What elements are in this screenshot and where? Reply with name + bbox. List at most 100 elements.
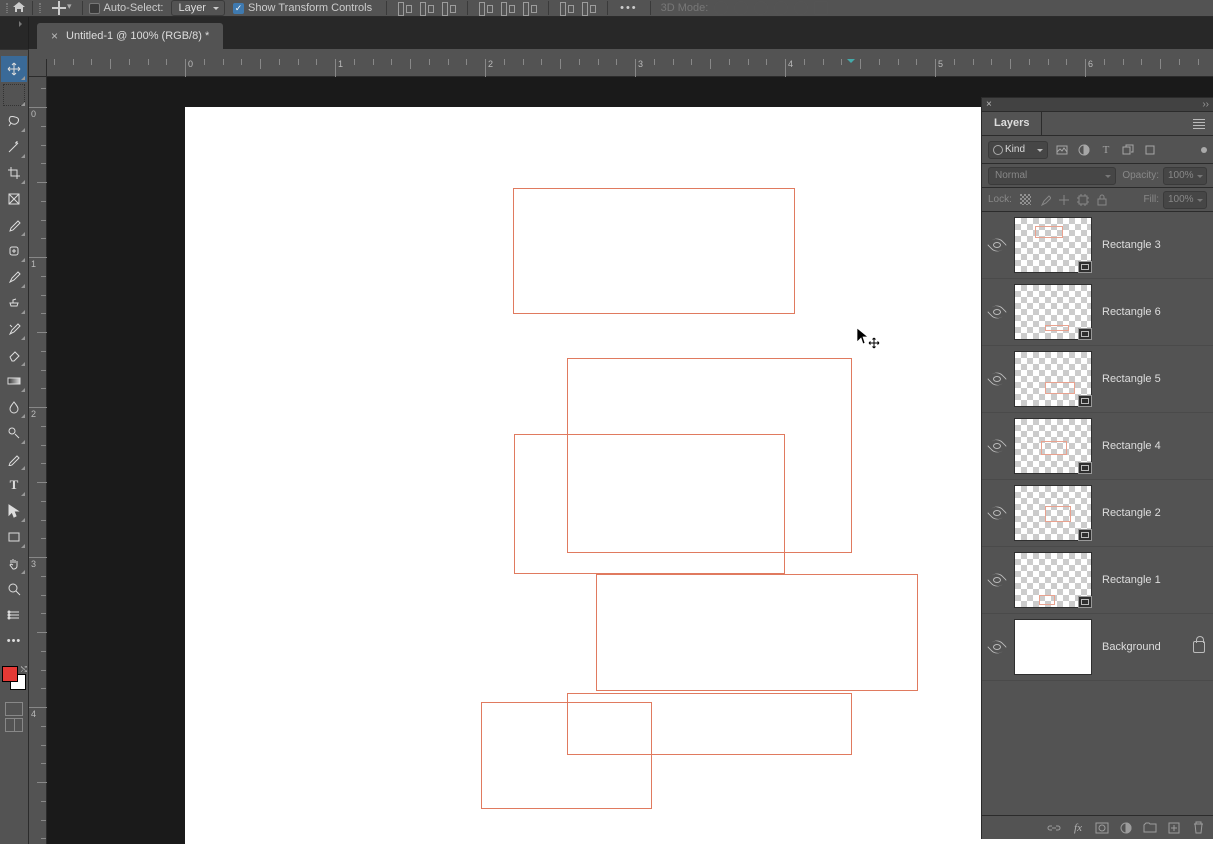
hand-tool[interactable] bbox=[1, 550, 27, 576]
align-right-icon[interactable] bbox=[441, 1, 457, 15]
layer-thumbnail[interactable] bbox=[1014, 284, 1092, 340]
lock-all-icon[interactable] bbox=[1094, 192, 1110, 208]
filter-smart-icon[interactable] bbox=[1142, 142, 1158, 158]
visibility-toggle[interactable] bbox=[987, 436, 1007, 456]
layer-row[interactable]: Rectangle 5 bbox=[982, 346, 1213, 413]
lock-transparent-icon[interactable] bbox=[1018, 192, 1034, 208]
panel-titlebar[interactable]: × ›› bbox=[982, 98, 1213, 112]
blend-mode-dropdown[interactable]: Normal bbox=[988, 167, 1116, 185]
type-tool[interactable]: T bbox=[1, 472, 27, 498]
shape-rectangle[interactable] bbox=[514, 434, 785, 574]
lock-icon[interactable] bbox=[1193, 641, 1205, 653]
frame-tool[interactable] bbox=[1, 186, 27, 212]
healing-brush-tool[interactable] bbox=[1, 238, 27, 264]
visibility-toggle[interactable] bbox=[987, 503, 1007, 523]
auto-select-type-dropdown[interactable]: Layer bbox=[171, 0, 225, 16]
link-layers-icon[interactable] bbox=[1047, 821, 1061, 835]
clone-stamp-tool[interactable] bbox=[1, 290, 27, 316]
more-options-button[interactable]: ••• bbox=[614, 2, 644, 14]
delete-layer-icon[interactable] bbox=[1191, 821, 1205, 835]
opacity-input[interactable]: 100% bbox=[1163, 167, 1207, 185]
auto-select-checkbox[interactable] bbox=[89, 3, 100, 14]
panel-menu-icon[interactable] bbox=[1185, 112, 1213, 135]
align-bottom-icon[interactable] bbox=[522, 1, 538, 15]
layer-row[interactable]: Rectangle 6 bbox=[982, 279, 1213, 346]
filter-shape-icon[interactable] bbox=[1120, 142, 1136, 158]
visibility-toggle[interactable] bbox=[987, 637, 1007, 657]
blur-tool[interactable] bbox=[1, 394, 27, 420]
layer-row[interactable]: Rectangle 2 bbox=[982, 480, 1213, 547]
quick-mask-button[interactable] bbox=[5, 702, 23, 716]
shape-rectangle[interactable] bbox=[596, 574, 918, 691]
show-transform-checkbox[interactable] bbox=[233, 3, 244, 14]
lock-artboard-icon[interactable] bbox=[1075, 192, 1091, 208]
distribute-v-icon[interactable] bbox=[581, 1, 597, 15]
layer-thumbnail[interactable] bbox=[1014, 552, 1092, 608]
close-panel-icon[interactable]: × bbox=[986, 99, 992, 110]
swap-colors-icon[interactable]: ⤭ bbox=[21, 665, 27, 675]
color-swatches[interactable]: ⤭ bbox=[2, 666, 26, 690]
ruler-vertical[interactable]: 01234 bbox=[29, 77, 47, 844]
distribute-h-icon[interactable] bbox=[559, 1, 575, 15]
layer-name[interactable]: Rectangle 4 bbox=[1102, 440, 1161, 452]
layer-thumbnail[interactable] bbox=[1014, 418, 1092, 474]
dodge-tool[interactable] bbox=[1, 420, 27, 446]
align-top-icon[interactable] bbox=[478, 1, 494, 15]
orbit-icon[interactable] bbox=[714, 1, 728, 15]
camera-icon[interactable] bbox=[814, 1, 828, 15]
layer-row[interactable]: Rectangle 3 bbox=[982, 212, 1213, 279]
layer-name[interactable]: Rectangle 5 bbox=[1102, 373, 1161, 385]
layer-row[interactable]: Rectangle 4 bbox=[982, 413, 1213, 480]
align-left-icon[interactable] bbox=[397, 1, 413, 15]
pen-tool[interactable] bbox=[1, 446, 27, 472]
close-tab-icon[interactable]: × bbox=[51, 29, 58, 43]
home-icon[interactable] bbox=[12, 1, 26, 16]
collapse-panel-icon[interactable]: ›› bbox=[1202, 99, 1209, 110]
history-brush-tool[interactable] bbox=[1, 316, 27, 342]
foreground-color-swatch[interactable] bbox=[2, 666, 18, 682]
layer-name[interactable]: Rectangle 6 bbox=[1102, 306, 1161, 318]
layers-tab[interactable]: Layers bbox=[982, 112, 1042, 135]
slide-icon[interactable] bbox=[774, 1, 788, 15]
gradient-tool[interactable] bbox=[1, 368, 27, 394]
collapsed-panel-left[interactable] bbox=[0, 17, 29, 49]
move-tool[interactable] bbox=[1, 56, 27, 82]
visibility-toggle[interactable] bbox=[987, 235, 1007, 255]
document-tab[interactable]: × Untitled-1 @ 100% (RGB/8) * bbox=[37, 23, 223, 49]
layer-thumbnail[interactable] bbox=[1014, 351, 1092, 407]
layer-row[interactable]: Background bbox=[982, 614, 1213, 681]
edit-toolbar-button[interactable] bbox=[1, 602, 27, 628]
align-center-h-icon[interactable] bbox=[419, 1, 435, 15]
pan-icon[interactable] bbox=[754, 1, 768, 15]
layer-thumbnail[interactable] bbox=[1014, 619, 1092, 675]
group-layers-icon[interactable] bbox=[1143, 821, 1157, 835]
fill-input[interactable]: 100% bbox=[1163, 191, 1207, 209]
adjustment-layer-icon[interactable] bbox=[1119, 821, 1133, 835]
layer-name[interactable]: Rectangle 2 bbox=[1102, 507, 1161, 519]
eyedropper-tool[interactable] bbox=[1, 212, 27, 238]
visibility-toggle[interactable] bbox=[987, 302, 1007, 322]
more-tools[interactable]: ••• bbox=[1, 628, 27, 654]
zoom-icon[interactable] bbox=[794, 1, 808, 15]
filter-adjust-icon[interactable] bbox=[1076, 142, 1092, 158]
layer-name[interactable]: Background bbox=[1102, 641, 1161, 653]
lock-image-icon[interactable] bbox=[1037, 192, 1053, 208]
ruler-origin[interactable] bbox=[29, 59, 47, 77]
crop-tool[interactable] bbox=[1, 160, 27, 186]
visibility-toggle[interactable] bbox=[987, 570, 1007, 590]
layer-style-icon[interactable]: fx bbox=[1071, 821, 1085, 835]
ruler-horizontal[interactable]: 0123456 bbox=[47, 59, 1213, 77]
layer-name[interactable]: Rectangle 3 bbox=[1102, 239, 1161, 251]
layer-name[interactable]: Rectangle 1 bbox=[1102, 574, 1161, 586]
filter-type-icon[interactable]: T bbox=[1098, 142, 1114, 158]
layer-thumbnail[interactable] bbox=[1014, 217, 1092, 273]
path-select-tool[interactable] bbox=[1, 498, 27, 524]
lasso-tool[interactable] bbox=[1, 108, 27, 134]
filter-toggle[interactable] bbox=[1201, 147, 1207, 153]
magic-wand-tool[interactable] bbox=[1, 134, 27, 160]
layer-row[interactable]: Rectangle 1 bbox=[982, 547, 1213, 614]
zoom-tool[interactable] bbox=[1, 576, 27, 602]
lock-position-icon[interactable] bbox=[1056, 192, 1072, 208]
roll-icon[interactable] bbox=[734, 1, 748, 15]
rectangle-shape-tool[interactable] bbox=[1, 524, 27, 550]
